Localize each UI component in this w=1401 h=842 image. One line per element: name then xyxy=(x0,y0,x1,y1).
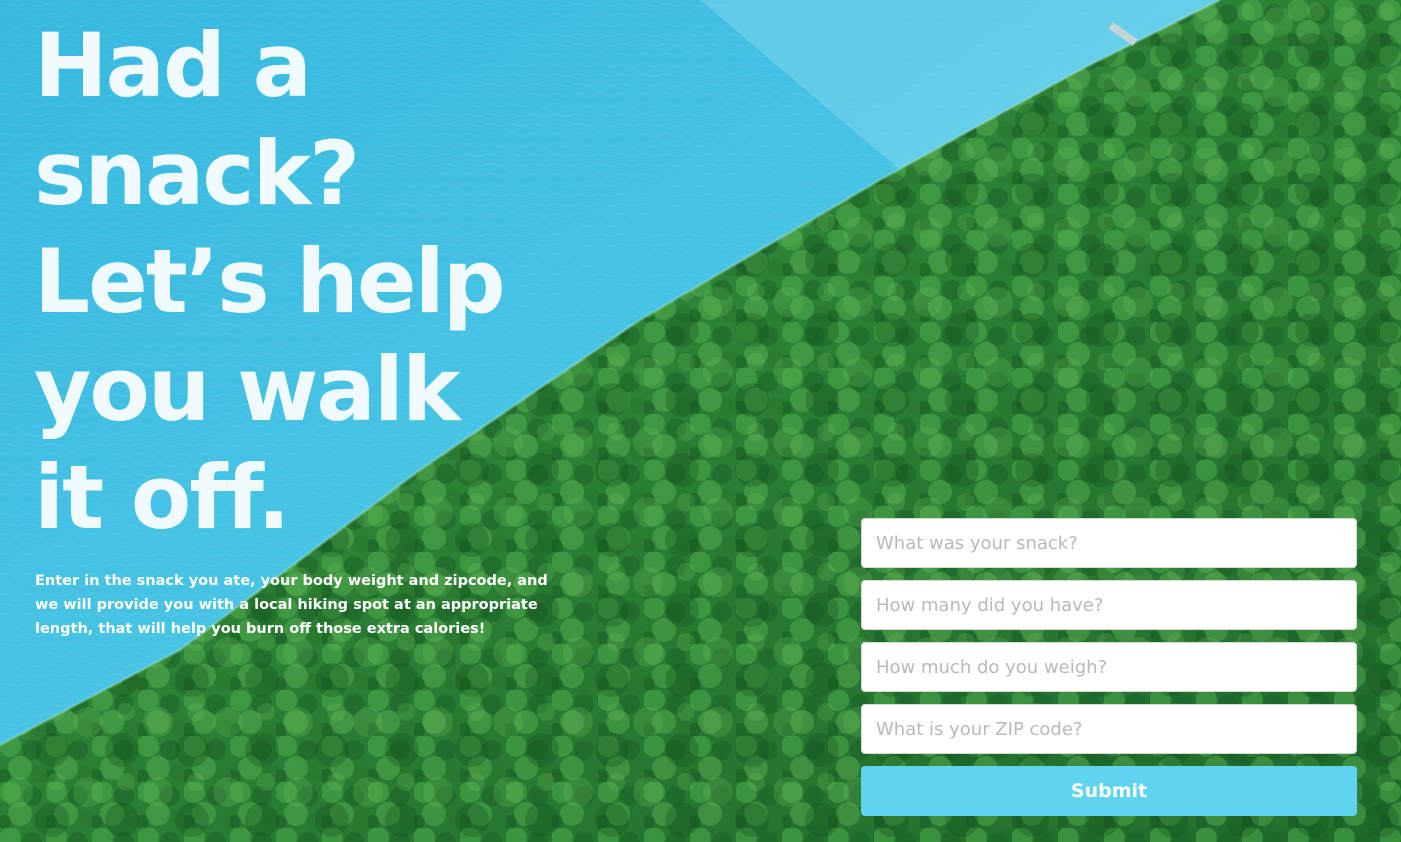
hero-line: it off. xyxy=(34,446,291,549)
hero-headline: Had a snack? Let’s help you walk it off. xyxy=(34,12,594,552)
description-text: Enter in the snack you ate, your body we… xyxy=(35,573,548,637)
zip-code-input[interactable] xyxy=(861,704,1357,754)
hero-line: Had a xyxy=(34,14,312,117)
snack-input[interactable] xyxy=(861,518,1357,568)
hero-line: Let’s help xyxy=(34,230,506,333)
submit-button[interactable]: Submit xyxy=(861,766,1357,816)
quantity-input[interactable] xyxy=(861,580,1357,630)
weight-input[interactable] xyxy=(861,642,1357,692)
hero-line: you walk xyxy=(34,338,460,441)
snack-form: Submit xyxy=(861,518,1357,816)
hero-line: snack? xyxy=(34,122,360,225)
